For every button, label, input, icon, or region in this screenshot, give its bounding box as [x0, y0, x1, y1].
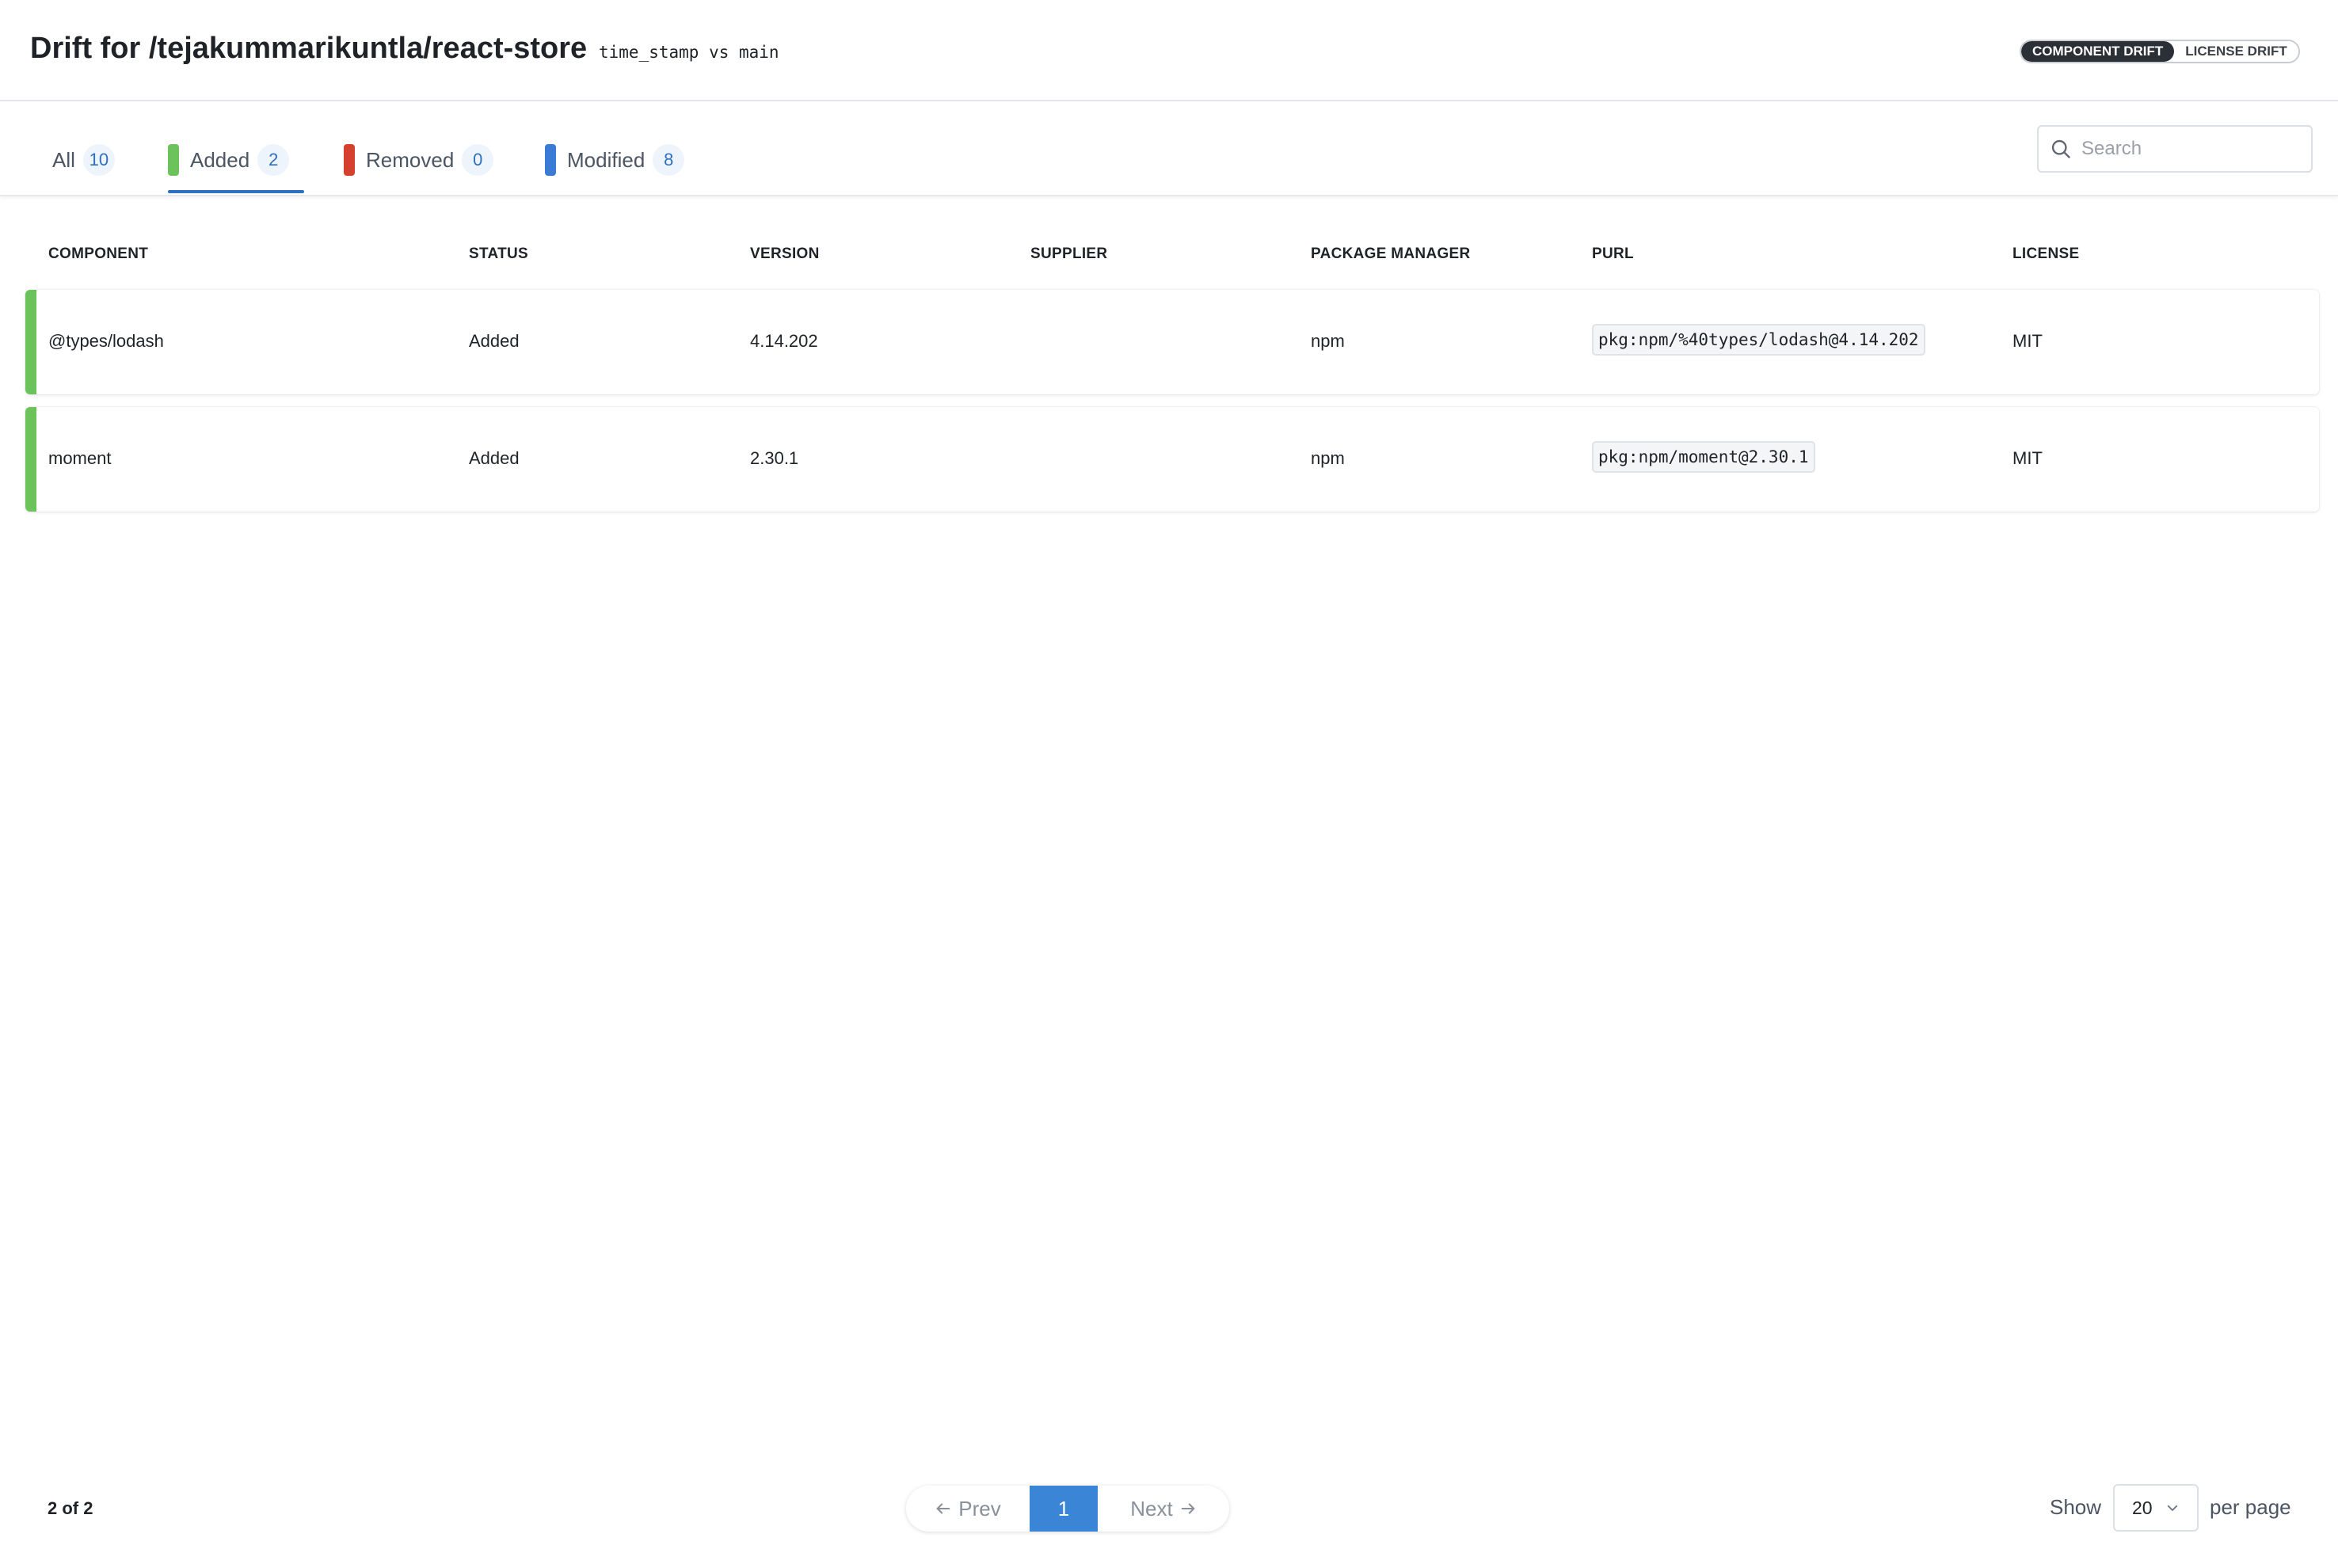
pagination: Prev 1 Next — [906, 1486, 1229, 1532]
row-status-bar — [25, 407, 36, 512]
tab-all-count: 10 — [82, 144, 115, 176]
removed-marker — [344, 144, 355, 176]
table-header: COMPONENT STATUS VERSION SUPPLIER PACKAG… — [0, 238, 2338, 272]
tab-modified-count: 8 — [653, 144, 685, 176]
column-header-supplier[interactable]: SUPPLIER — [1030, 245, 1107, 263]
chevron-down-icon — [2167, 1505, 2177, 1511]
tab-removed-count: 0 — [462, 144, 494, 176]
package-manager-cell: npm — [1311, 331, 1345, 351]
per-page-select[interactable]: 20 — [2113, 1484, 2199, 1532]
column-header-component[interactable]: COMPONENT — [48, 245, 148, 263]
tab-added-count: 2 — [257, 144, 290, 176]
modified-marker — [545, 144, 556, 176]
prev-page-button[interactable]: Prev — [906, 1486, 1030, 1532]
drift-type-toggle: COMPONENT DRIFT LICENSE DRIFT — [2020, 40, 2300, 63]
tab-modified-label: Modified — [567, 147, 645, 172]
license-drift-button[interactable]: LICENSE DRIFT — [2174, 41, 2298, 62]
per-page-value: 20 — [2132, 1497, 2153, 1518]
search-input[interactable] — [2080, 137, 2305, 161]
table-row[interactable]: @types/lodash Added 4.14.202 npm pkg:npm… — [25, 290, 2319, 394]
license-cell: MIT — [2012, 448, 2043, 468]
added-marker — [168, 144, 179, 176]
arrow-left-icon — [936, 1503, 950, 1514]
version-cell: 2.30.1 — [750, 448, 799, 468]
column-header-version[interactable]: VERSION — [750, 245, 820, 263]
tab-all-label: All — [52, 147, 75, 172]
filter-tabs-bar: All 10 Added 2 Removed 0 Modified 8 — [0, 101, 2338, 196]
search-icon — [2051, 139, 2070, 158]
component-name: moment — [48, 448, 112, 468]
page-header: Drift for /tejakummarikuntla/react-store… — [0, 0, 2338, 101]
column-header-purl[interactable]: PURL — [1592, 245, 1634, 263]
column-header-license[interactable]: LICENSE — [2012, 245, 2079, 263]
table-row[interactable]: moment Added 2.30.1 npm pkg:npm/moment@2… — [25, 407, 2319, 512]
version-cell: 4.14.202 — [750, 331, 818, 351]
page-title: Drift for /tejakummarikuntla/react-store — [30, 32, 588, 65]
arrow-right-icon — [1181, 1503, 1195, 1514]
tab-added[interactable]: Added 2 — [168, 144, 290, 176]
package-manager-cell: npm — [1311, 448, 1345, 468]
result-count: 2 of 2 — [48, 1498, 93, 1518]
column-header-package-manager[interactable]: PACKAGE MANAGER — [1311, 245, 1471, 263]
next-label: Next — [1130, 1496, 1173, 1520]
tab-removed[interactable]: Removed 0 — [344, 144, 494, 176]
per-page-label: per page — [2210, 1495, 2291, 1519]
tab-removed-label: Removed — [366, 147, 455, 172]
page-number-button[interactable]: 1 — [1030, 1486, 1098, 1532]
prev-label: Prev — [958, 1496, 1001, 1520]
purl-cell: pkg:npm/%40types/lodash@4.14.202 — [1592, 324, 1925, 356]
branch-comparison: time_stamp vs main — [599, 43, 779, 62]
column-header-status[interactable]: STATUS — [469, 245, 528, 263]
tab-modified[interactable]: Modified 8 — [545, 144, 685, 176]
license-cell: MIT — [2012, 331, 2043, 351]
component-drift-button[interactable]: COMPONENT DRIFT — [2021, 41, 2175, 62]
status-cell: Added — [469, 331, 520, 351]
status-cell: Added — [469, 448, 520, 468]
show-label: Show — [2050, 1495, 2102, 1519]
purl-cell: pkg:npm/moment@2.30.1 — [1592, 441, 1815, 473]
row-status-bar — [25, 290, 36, 394]
search-box[interactable] — [2037, 125, 2313, 173]
tab-added-label: Added — [190, 147, 250, 172]
component-name: @types/lodash — [48, 331, 164, 351]
next-page-button[interactable]: Next — [1098, 1486, 1229, 1532]
tab-all[interactable]: All 10 — [52, 144, 115, 176]
active-tab-indicator — [168, 190, 304, 193]
